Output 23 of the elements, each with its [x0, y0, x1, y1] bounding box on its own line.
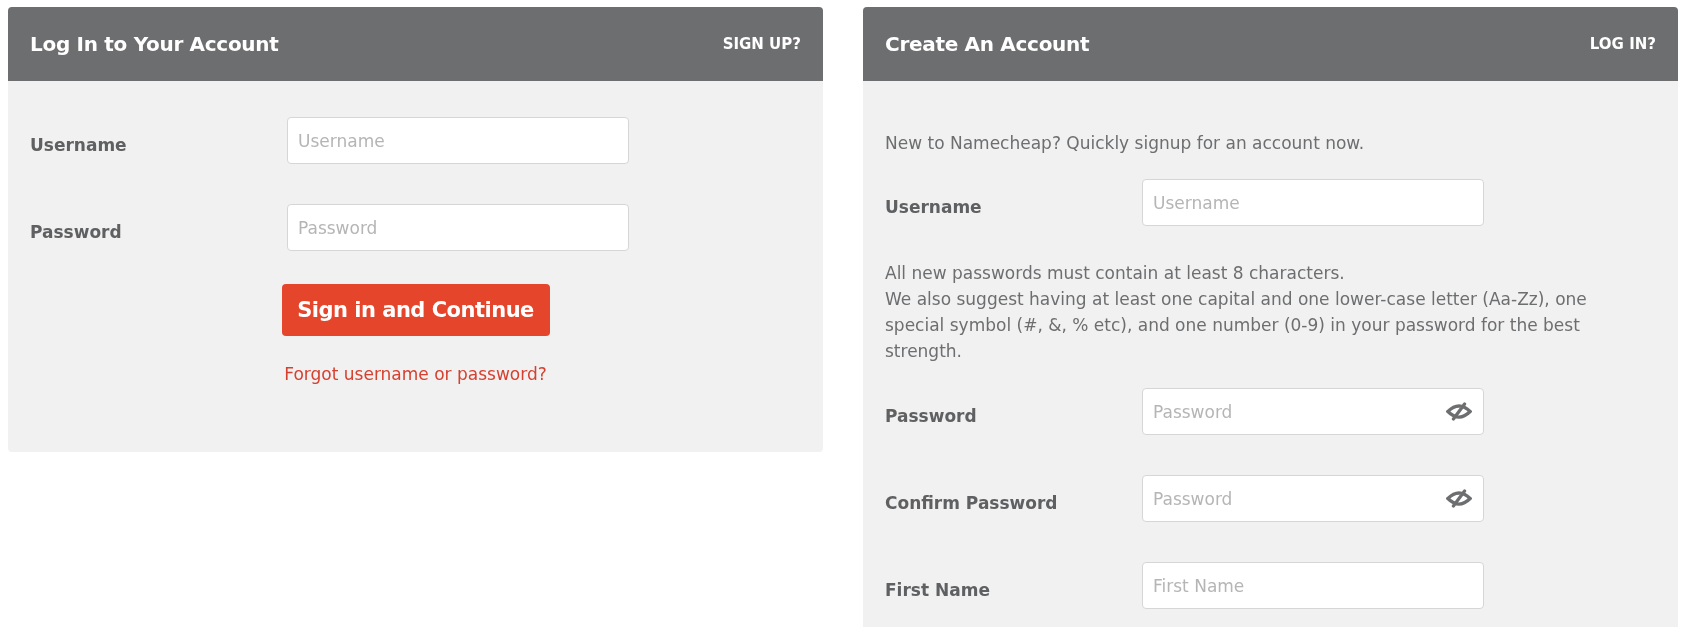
intro-text: New to Namecheap? Quickly signup for an account now. — [885, 133, 1366, 153]
input-field[interactable]: Password — [1142, 475, 1484, 522]
field-label: Username — [885, 195, 983, 217]
field-label: Confirm Password — [885, 491, 1059, 513]
forgot-link[interactable]: Forgot username or password? — [284, 364, 547, 384]
sign-in-button[interactable]: Sign in and Continue — [281, 284, 550, 336]
eye-slash-icon[interactable] — [1446, 402, 1472, 421]
input-field[interactable]: Username — [287, 117, 629, 164]
field-label: Password — [30, 220, 123, 242]
field-label: First Name — [885, 578, 991, 600]
password-hint: All new passwords must contain at least 8 characters. — [885, 262, 1346, 285]
panel-title: Log In to Your Account — [30, 32, 279, 56]
log-in-link[interactable]: LOG IN? — [1589, 35, 1656, 53]
field-label: Password — [885, 404, 978, 426]
input-field[interactable]: First Name — [1142, 562, 1484, 609]
input-field[interactable]: Username — [1142, 179, 1484, 226]
input-field[interactable]: Password — [1142, 388, 1484, 435]
sign-up-link[interactable]: SIGN UP? — [722, 35, 801, 53]
password-hint: We also suggest having at least one capital and one lower-case letter (Aa-Zz), one special symbol (#, &, % etc), and one number (0-9) in your password for the best strength. — [885, 288, 1588, 363]
input-field[interactable]: Password — [287, 204, 629, 251]
panel-title: Create An Account — [885, 32, 1090, 56]
field-label: Username — [30, 133, 128, 155]
eye-slash-icon[interactable] — [1446, 489, 1472, 508]
